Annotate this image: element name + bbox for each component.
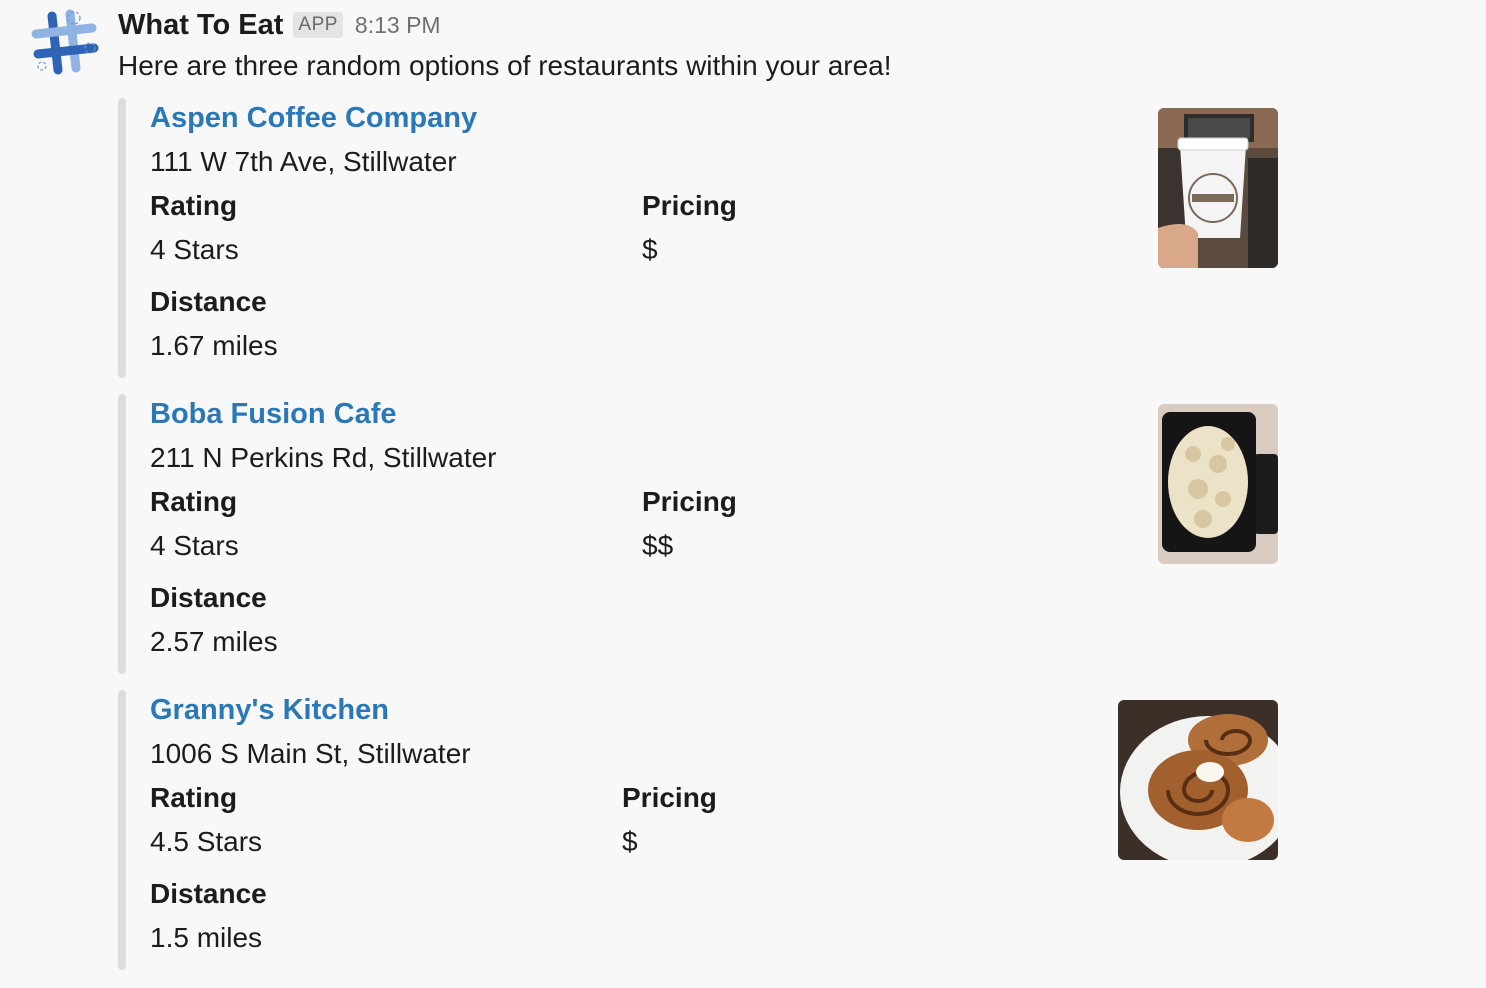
restaurant-name-link[interactable]: Granny's Kitchen	[150, 694, 389, 727]
rating-value: 4 Stars	[150, 234, 239, 265]
restaurant-photo[interactable]	[1158, 404, 1278, 564]
restaurant-photo[interactable]	[1158, 108, 1278, 268]
attachment-bar	[118, 690, 126, 970]
rating-value: 4 Stars	[150, 530, 239, 561]
distance-value: 1.5 miles	[150, 922, 263, 953]
pricing-value: $$	[642, 530, 674, 561]
rating-label: Rating	[150, 190, 238, 221]
distance-label: Distance	[150, 878, 267, 909]
pricing-label: Pricing	[642, 190, 737, 221]
pricing-value: $	[622, 826, 638, 857]
rating-value: 4.5 Stars	[150, 826, 263, 857]
pricing-value: $	[642, 234, 658, 265]
rating-label: Rating	[150, 782, 238, 813]
pricing-label: Pricing	[642, 486, 737, 517]
distance-label: Distance	[150, 286, 267, 317]
restaurant-address: 1006 S Main St, Stillwater	[150, 738, 471, 769]
rating-label: Rating	[150, 486, 238, 517]
crosshatch-logo-icon	[31, 9, 99, 75]
app-badge: APP	[293, 12, 343, 38]
distance-value: 2.57 miles	[150, 626, 278, 657]
restaurant-card: Granny's Kitchen 1006 S Main St, Stillwa…	[118, 690, 1298, 970]
restaurant-name-link[interactable]: Boba Fusion Cafe	[150, 398, 397, 431]
restaurant-card: Aspen Coffee Company 111 W 7th Ave, Stil…	[118, 98, 1298, 378]
attachment-bar	[118, 394, 126, 674]
message-timestamp[interactable]: 8:13 PM	[355, 12, 441, 39]
restaurant-card: Boba Fusion Cafe 211 N Perkins Rd, Still…	[118, 394, 1298, 674]
distance-value: 1.67 miles	[150, 330, 278, 361]
message-header: What To Eat APP 8:13 PM	[118, 6, 441, 44]
message-text: Here are three random options of restaur…	[118, 50, 892, 81]
app-name[interactable]: What To Eat	[118, 9, 283, 42]
attachment-bar	[118, 98, 126, 378]
distance-label: Distance	[150, 582, 267, 613]
pricing-label: Pricing	[622, 782, 717, 813]
restaurant-address: 211 N Perkins Rd, Stillwater	[150, 442, 497, 473]
app-avatar[interactable]	[30, 8, 100, 78]
restaurant-address: 111 W 7th Ave, Stillwater	[150, 146, 457, 177]
restaurant-name-link[interactable]: Aspen Coffee Company	[150, 102, 477, 135]
restaurant-photo[interactable]	[1118, 700, 1278, 860]
